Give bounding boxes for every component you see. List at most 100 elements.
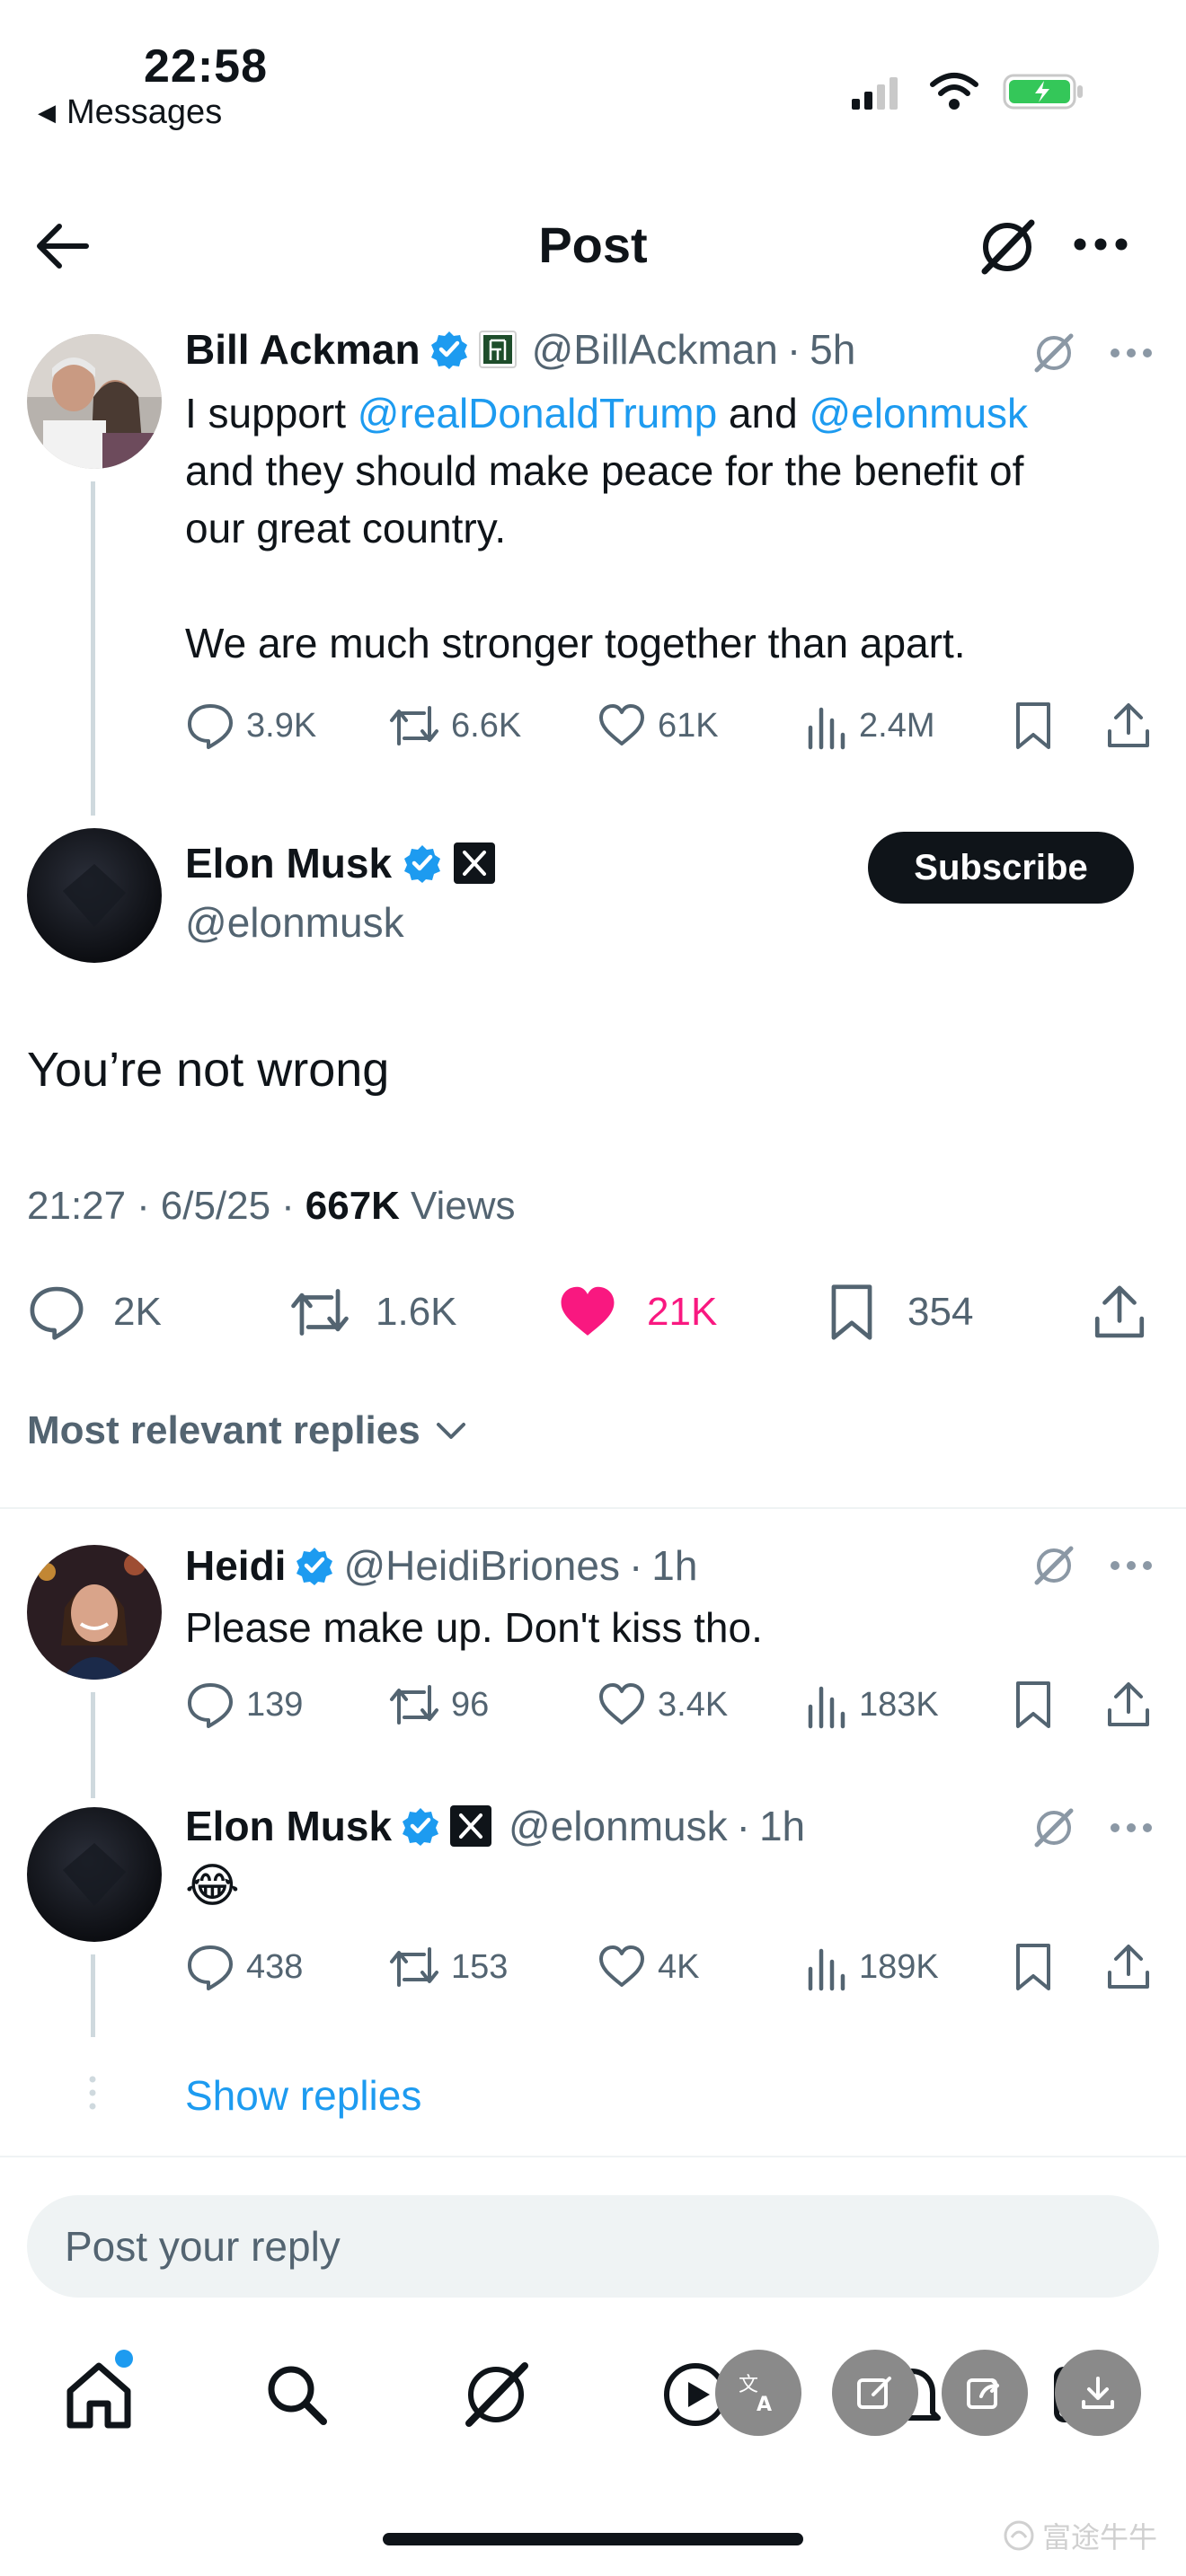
- subscribe-button[interactable]: Subscribe: [868, 832, 1134, 904]
- analytics-icon: [805, 701, 848, 751]
- mention-link[interactable]: @elonmusk: [809, 390, 1028, 437]
- thread-dots-icon: [86, 2075, 99, 2111]
- author-name[interactable]: Bill Ackman: [185, 325, 420, 374]
- post-header: Elon Musk: [185, 839, 496, 887]
- grok-icon[interactable]: [1031, 1805, 1076, 1850]
- views-button[interactable]: 183K: [805, 1680, 939, 1730]
- author-name[interactable]: Heidi: [185, 1541, 286, 1590]
- download-button[interactable]: [1055, 2350, 1141, 2436]
- reply-count: 2K: [113, 1290, 162, 1334]
- share-icon[interactable]: [1105, 1942, 1152, 1992]
- avatar-elon-musk[interactable]: [27, 1807, 162, 1942]
- notification-dot: [115, 2350, 133, 2368]
- repost-count: 6.6K: [451, 706, 522, 745]
- share-icon[interactable]: [1091, 1283, 1148, 1342]
- repost-button[interactable]: 1.6K: [288, 1283, 457, 1342]
- mention-link[interactable]: @realDonaldTrump: [358, 390, 717, 437]
- forward-icon: [967, 2378, 999, 2409]
- sort-replies-dropdown[interactable]: Most relevant replies: [27, 1408, 469, 1453]
- chevron-down-icon: [433, 1417, 469, 1444]
- grok-icon[interactable]: [976, 216, 1039, 278]
- translate-icon: 文A: [739, 2374, 772, 2416]
- post-text-line: I support @realDonaldTrump and @elonmusk: [185, 384, 1164, 442]
- repost-icon: [388, 1680, 440, 1730]
- reply-count: 139: [246, 1685, 304, 1724]
- more-options-icon[interactable]: [1071, 235, 1130, 253]
- reply-input[interactable]: Post your reply: [27, 2195, 1159, 2298]
- author-name[interactable]: Elon Musk: [185, 839, 392, 887]
- avatar-elon-musk[interactable]: [27, 828, 162, 963]
- author-handle[interactable]: @BillAckman: [532, 325, 778, 374]
- verified-badge-icon: [403, 843, 442, 883]
- share-icon[interactable]: [1105, 701, 1152, 751]
- reply-button[interactable]: 438: [185, 1942, 303, 1992]
- author-handle[interactable]: @elonmusk: [185, 898, 404, 947]
- like-button[interactable]: 61K: [597, 701, 719, 751]
- back-to-app-link[interactable]: ◀ Messages: [38, 93, 222, 132]
- wifi-icon: [929, 72, 979, 111]
- nav-search-icon[interactable]: [261, 2359, 332, 2430]
- post-text: I support @realDonaldTrump and @elonmusk…: [185, 384, 1164, 672]
- repost-button[interactable]: 153: [388, 1942, 508, 1992]
- repost-icon: [388, 1942, 440, 1992]
- bookmark-icon: [827, 1283, 877, 1342]
- thread-line: [91, 481, 95, 816]
- post-more-icon[interactable]: [1109, 1559, 1154, 1572]
- heart-icon: [597, 1942, 647, 1992]
- grok-icon[interactable]: [1031, 331, 1076, 375]
- repost-button[interactable]: 96: [388, 1680, 489, 1730]
- like-button[interactable]: 4K: [597, 1942, 699, 1992]
- bookmark-button[interactable]: 354: [827, 1283, 973, 1342]
- post-text: You’re not wrong: [27, 1043, 390, 1097]
- author-handle[interactable]: @HeidiBriones: [343, 1541, 620, 1590]
- bookmark-icon[interactable]: [1013, 1680, 1053, 1730]
- avatar-bill-ackman[interactable]: [27, 334, 162, 469]
- avatar-heidi[interactable]: [27, 1545, 162, 1680]
- author-name[interactable]: Elon Musk: [185, 1802, 392, 1850]
- translate-button[interactable]: 文A: [715, 2350, 801, 2436]
- post-more-icon[interactable]: [1109, 347, 1154, 359]
- reply-icon: [185, 701, 235, 751]
- watermark-text: 富途牛牛: [1042, 2521, 1158, 2554]
- post-text-line: and they should make peace for the benef…: [185, 447, 1024, 494]
- repost-icon: [288, 1283, 352, 1342]
- repost-count: 153: [451, 1947, 509, 1986]
- text-segment: and: [717, 390, 810, 437]
- repost-button[interactable]: 6.6K: [388, 701, 521, 751]
- share-icon[interactable]: [1105, 1680, 1152, 1730]
- views-button[interactable]: 2.4M: [805, 701, 934, 751]
- svg-text:A: A: [757, 2394, 772, 2416]
- like-button[interactable]: 3.4K: [597, 1680, 728, 1730]
- author-handle[interactable]: @elonmusk: [509, 1802, 728, 1850]
- forward-button[interactable]: [942, 2350, 1028, 2436]
- post-time: 5h: [810, 326, 856, 373]
- reply-button[interactable]: 139: [185, 1680, 303, 1730]
- post-timestamp[interactable]: 21:27: [27, 1184, 126, 1229]
- bookmark-icon[interactable]: [1013, 1942, 1053, 1992]
- edit-icon: [857, 2377, 891, 2409]
- grok-icon[interactable]: [1031, 1543, 1076, 1588]
- watermark: 富途牛牛: [1003, 2515, 1157, 2556]
- heart-icon: [597, 701, 647, 751]
- post-time: 1h: [651, 1542, 698, 1589]
- views-label: Views: [410, 1184, 516, 1228]
- reply-button[interactable]: 3.9K: [185, 701, 316, 751]
- analytics-icon: [805, 1680, 848, 1730]
- post-date[interactable]: 6/5/25: [161, 1184, 270, 1229]
- post-more-icon[interactable]: [1109, 1822, 1154, 1834]
- triangle-left-icon: ◀: [38, 99, 56, 126]
- svg-text:文: 文: [739, 2374, 758, 2396]
- nav-home-icon[interactable]: [63, 2359, 135, 2430]
- affiliate-logo-icon: [478, 330, 518, 369]
- show-replies-link[interactable]: Show replies: [185, 2071, 421, 2120]
- bookmark-icon[interactable]: [1013, 701, 1053, 751]
- edit-button[interactable]: [832, 2350, 918, 2436]
- view-count: 183K: [859, 1685, 939, 1724]
- nav-grok-icon[interactable]: [458, 2357, 534, 2432]
- reply-count: 3.9K: [246, 706, 317, 745]
- reply-button[interactable]: 2K: [27, 1283, 162, 1342]
- battery-icon: [1003, 72, 1085, 111]
- like-button[interactable]: 21K: [557, 1283, 717, 1342]
- x-affiliate-icon: [449, 1804, 492, 1848]
- views-button[interactable]: 189K: [805, 1942, 939, 1992]
